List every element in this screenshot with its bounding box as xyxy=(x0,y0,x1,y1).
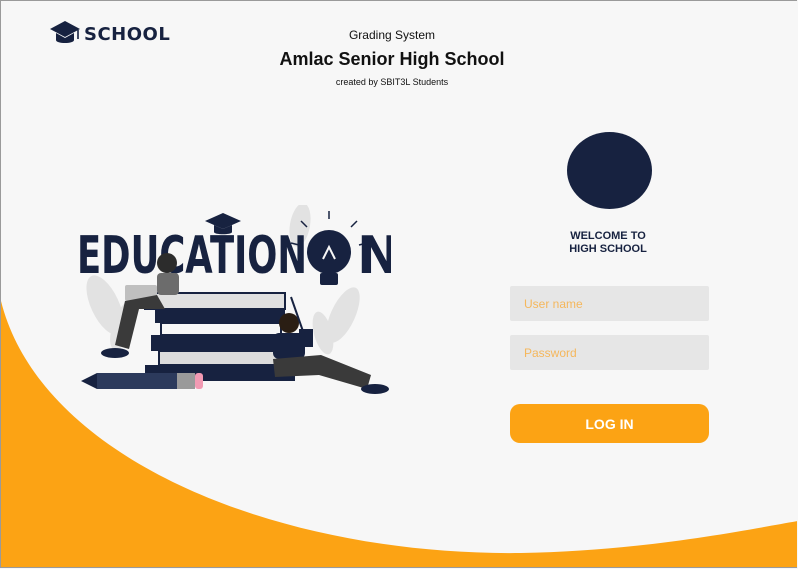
education-illustration: EDUCATION N xyxy=(77,205,391,394)
app-subtitle: Grading System xyxy=(348,28,436,42)
credit-text: created by SBIT3L Students xyxy=(335,77,449,87)
login-page: SCHOOL Grading System Amlac Senior High … xyxy=(0,0,797,568)
school-title: Amlac Senior High School xyxy=(279,49,505,69)
password-input[interactable] xyxy=(510,335,709,370)
svg-text:N: N xyxy=(357,226,391,286)
welcome-line-1: WELCOME TO xyxy=(570,230,646,242)
avatar xyxy=(567,132,652,209)
welcome-heading: WELCOME TO HIGH SCHOOL xyxy=(561,230,655,256)
welcome-line-2: HIGH SCHOOL xyxy=(569,243,647,255)
education-banner-text: EDUCATION xyxy=(77,226,307,286)
username-input[interactable] xyxy=(510,286,709,321)
login-button[interactable]: LOG IN xyxy=(510,404,709,443)
